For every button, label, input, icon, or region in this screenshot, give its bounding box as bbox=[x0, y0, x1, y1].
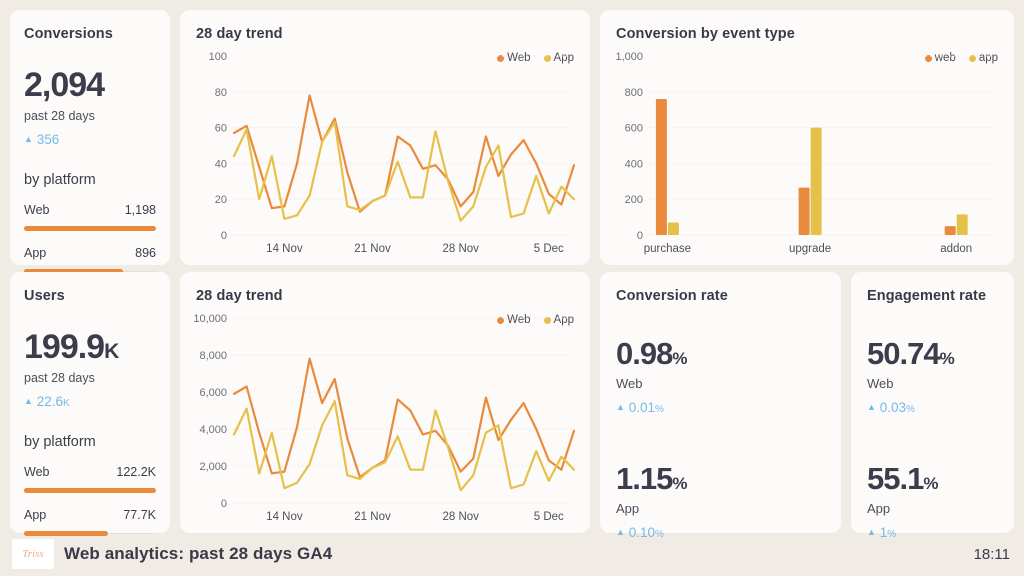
platform-label: Web bbox=[24, 465, 49, 479]
rate-delta: ▲ 0.01% bbox=[616, 400, 825, 415]
conversion-rate-web: 0.98% Web ▲ 0.01% bbox=[616, 338, 825, 415]
card-title: Conversion rate bbox=[616, 288, 825, 304]
platform-label: Web bbox=[24, 203, 49, 217]
svg-text:4,000: 4,000 bbox=[199, 424, 227, 436]
svg-text:0: 0 bbox=[221, 230, 227, 242]
conversions-delta: ▲ 356 bbox=[24, 132, 156, 147]
users-trend-chart: 0 2,000 4,000 6,000 8,000 10,000 14 Nov 21 Nov 2… bbox=[190, 310, 580, 527]
svg-text:21 Nov: 21 Nov bbox=[354, 243, 391, 255]
rate-label: App bbox=[867, 501, 998, 516]
users-trend-card: 28 day trend Web App 02,0004,0006,0008,0… bbox=[180, 272, 590, 533]
card-title: Users bbox=[24, 288, 156, 304]
svg-text:6,000: 6,000 bbox=[199, 387, 227, 399]
rate-label: App bbox=[616, 501, 825, 516]
engagement-rate-web: 50.74% Web ▲ 0.03% bbox=[867, 338, 998, 415]
by-platform-label: by platform bbox=[24, 172, 156, 188]
svg-text:0: 0 bbox=[637, 230, 643, 242]
clock-time: 18:11 bbox=[974, 546, 1010, 563]
platform-row-web: Web 122.2K bbox=[24, 465, 156, 479]
dashboard-title: Web analytics: past 28 days GA4 bbox=[64, 544, 332, 564]
rate-delta: ▲ 0.03% bbox=[867, 400, 998, 415]
event-type-bar-chart: 0 200 400 600 800 1,000 purchase upgrade addon bbox=[610, 48, 1004, 259]
svg-text:14 Nov: 14 Nov bbox=[266, 511, 303, 523]
period-label: past 28 days bbox=[24, 109, 156, 123]
platform-value: 896 bbox=[135, 246, 156, 260]
rate-value: 1.15% bbox=[616, 463, 825, 494]
rate-value: 50.74% bbox=[867, 338, 998, 369]
engagement-rate-app: 55.1% App ▲ 1% bbox=[867, 463, 998, 540]
conversion-rate-card: Conversion rate 0.98% Web ▲ 0.01% 1.15% … bbox=[600, 272, 841, 533]
platform-row-app: App 77.7K bbox=[24, 508, 156, 522]
conversion-by-event-type-card: Conversion by event type web app 0200400… bbox=[600, 10, 1014, 265]
svg-text:14 Nov: 14 Nov bbox=[266, 243, 303, 255]
card-title: Conversion by event type bbox=[616, 26, 998, 42]
period-label: past 28 days bbox=[24, 371, 156, 385]
by-platform-label: by platform bbox=[24, 434, 156, 450]
svg-text:800: 800 bbox=[625, 87, 643, 99]
conversions-trend-card: 28 day trend Web App 02040608010014 Nov2… bbox=[180, 10, 590, 265]
svg-text:1,000: 1,000 bbox=[615, 51, 643, 63]
users-delta: ▲ 22.6K bbox=[24, 394, 156, 409]
svg-text:28 Nov: 28 Nov bbox=[442, 511, 479, 523]
conversion-rate-app: 1.15% App ▲ 0.10% bbox=[616, 463, 825, 540]
increase-arrow-icon: ▲ bbox=[867, 402, 876, 412]
conversions-trend-chart: 0 20 40 60 80 100 14 Nov 21 Nov 28 Nov 5 Dec bbox=[190, 48, 580, 259]
svg-text:0: 0 bbox=[221, 498, 227, 510]
svg-text:addon: addon bbox=[940, 243, 972, 255]
svg-text:upgrade: upgrade bbox=[789, 243, 831, 255]
svg-text:80: 80 bbox=[215, 87, 227, 99]
increase-arrow-icon: ▲ bbox=[24, 134, 33, 144]
rate-value: 0.98% bbox=[616, 338, 825, 369]
platform-label: App bbox=[24, 508, 46, 522]
rate-label: Web bbox=[616, 376, 825, 391]
users-total: 199.9K bbox=[24, 330, 156, 364]
increase-arrow-icon: ▲ bbox=[616, 402, 625, 412]
conversions-card: Conversions 2,094 past 28 days ▲ 356 by … bbox=[10, 10, 170, 265]
rate-value: 55.1% bbox=[867, 463, 998, 494]
svg-text:20: 20 bbox=[215, 194, 227, 206]
conversions-total: 2,094 bbox=[24, 68, 156, 102]
platform-bar-web bbox=[24, 488, 156, 493]
svg-text:60: 60 bbox=[215, 123, 227, 135]
card-title: 28 day trend bbox=[196, 288, 574, 304]
engagement-rate-card: Engagement rate 50.74% Web ▲ 0.03% 55.1%… bbox=[851, 272, 1014, 533]
platform-value: 122.2K bbox=[116, 465, 156, 479]
platform-row-web: Web 1,198 bbox=[24, 203, 156, 217]
svg-text:21 Nov: 21 Nov bbox=[354, 511, 391, 523]
svg-text:5 Dec: 5 Dec bbox=[534, 243, 564, 255]
triss-logo: Triss bbox=[12, 539, 54, 569]
svg-text:400: 400 bbox=[625, 158, 643, 170]
card-title: 28 day trend bbox=[196, 26, 574, 42]
users-card: Users 199.9K past 28 days ▲ 22.6K by pla… bbox=[10, 272, 170, 533]
svg-text:600: 600 bbox=[625, 123, 643, 135]
card-title: Engagement rate bbox=[867, 288, 998, 304]
footer-bar: Triss Web analytics: past 28 days GA4 18… bbox=[0, 532, 1024, 576]
svg-text:100: 100 bbox=[209, 51, 227, 63]
svg-text:40: 40 bbox=[215, 158, 227, 170]
increase-arrow-icon: ▲ bbox=[24, 396, 33, 406]
platform-value: 77.7K bbox=[123, 508, 156, 522]
svg-text:5 Dec: 5 Dec bbox=[534, 511, 564, 523]
card-title: Conversions bbox=[24, 26, 156, 42]
platform-value: 1,198 bbox=[125, 203, 156, 217]
svg-text:purchase: purchase bbox=[644, 243, 691, 255]
svg-text:10,000: 10,000 bbox=[193, 313, 227, 325]
platform-bar-web bbox=[24, 226, 156, 231]
rate-label: Web bbox=[867, 376, 998, 391]
platform-row-app: App 896 bbox=[24, 246, 156, 260]
svg-text:28 Nov: 28 Nov bbox=[442, 243, 479, 255]
svg-text:8,000: 8,000 bbox=[199, 350, 227, 362]
platform-label: App bbox=[24, 246, 46, 260]
svg-text:2,000: 2,000 bbox=[199, 461, 227, 473]
svg-text:200: 200 bbox=[625, 194, 643, 206]
